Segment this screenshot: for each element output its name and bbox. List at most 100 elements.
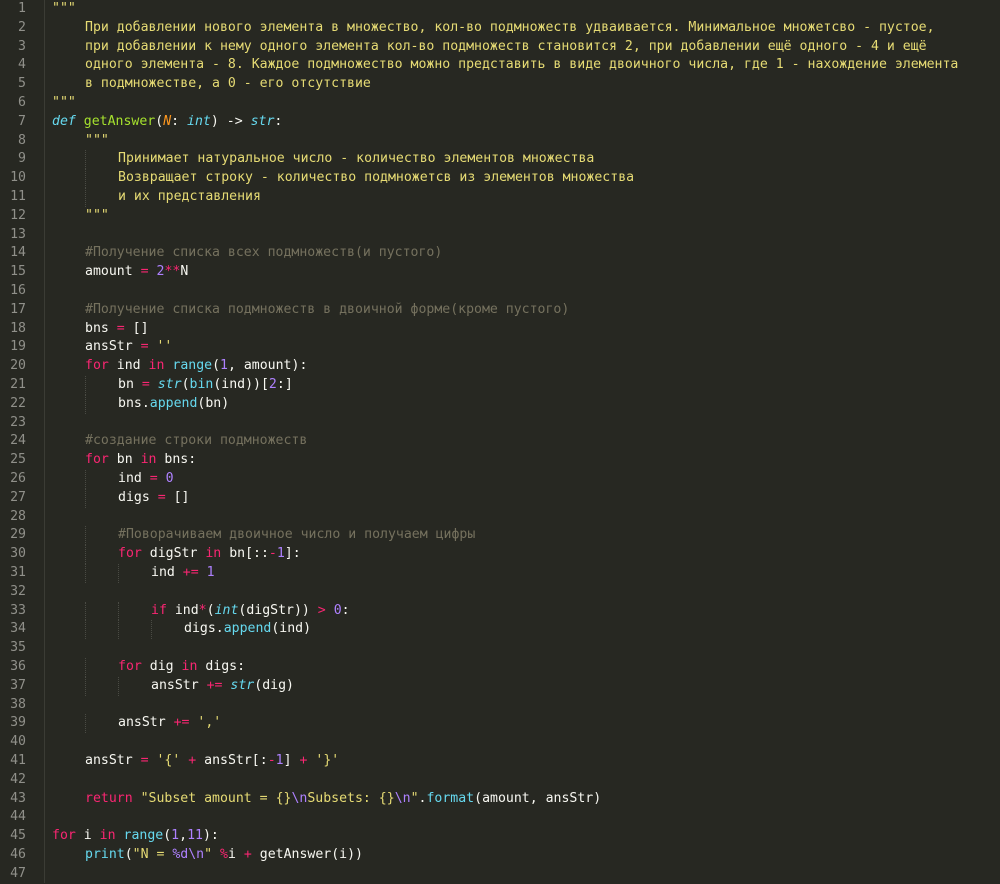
code-token: append bbox=[149, 395, 198, 411]
code-line[interactable]: """ bbox=[85, 207, 109, 226]
code-token: : bbox=[274, 113, 283, 129]
code-token: bns. bbox=[118, 395, 150, 411]
code-token: for bbox=[118, 546, 142, 562]
code-line[interactable]: """ bbox=[85, 132, 109, 151]
code-token: [] bbox=[165, 489, 190, 505]
code-token: ind bbox=[166, 602, 199, 618]
code-token: 1 bbox=[275, 753, 284, 768]
line-number: 33 bbox=[10, 602, 26, 618]
code-token: > bbox=[317, 602, 326, 618]
code-line[interactable]: одного элемента - 8. Каждое подмножество… bbox=[85, 56, 958, 75]
line-number: 37 bbox=[10, 677, 26, 693]
code-token: - bbox=[267, 753, 276, 768]
code-token: "N = bbox=[132, 847, 173, 862]
code-token: = bbox=[149, 471, 158, 486]
code-line[interactable]: ind = 0 bbox=[118, 470, 174, 489]
code-token: 1 bbox=[206, 565, 215, 580]
code-line[interactable]: при добавлении к нему одного элемента ко… bbox=[85, 38, 927, 57]
code-token: "Subset amount = {} bbox=[140, 790, 292, 806]
code-token: amount bbox=[85, 264, 141, 280]
code-line[interactable]: bns.append(bn) bbox=[118, 395, 229, 414]
code-line[interactable]: digs.append(ind) bbox=[184, 620, 311, 639]
line-number: 2 bbox=[18, 19, 26, 35]
code-token: in bbox=[99, 828, 116, 844]
code-line[interactable]: """ bbox=[52, 94, 76, 113]
line-number: 10 bbox=[10, 170, 26, 186]
line-number: 43 bbox=[10, 790, 26, 806]
line-number: 21 bbox=[10, 377, 26, 392]
code-line[interactable]: Принимает натуральное число - количество… bbox=[118, 150, 594, 169]
code-token: getAnswer bbox=[83, 113, 156, 129]
code-token: in bbox=[181, 659, 198, 674]
code-line[interactable]: for dig in digs: bbox=[118, 658, 245, 677]
code-token: = bbox=[141, 377, 150, 392]
code-line[interactable]: #Получение списка всех подмножеств(и пус… bbox=[85, 244, 442, 263]
code-line[interactable]: ansStr = '{' + ansStr[:-1] + '}' bbox=[85, 752, 339, 771]
code-token: = bbox=[116, 320, 125, 336]
code-token: in bbox=[140, 452, 157, 468]
code-line[interactable]: for i in range(1,11): bbox=[52, 827, 219, 846]
code-token: in bbox=[148, 358, 165, 374]
indent-guide bbox=[85, 394, 86, 414]
code-line[interactable]: и их представления bbox=[118, 188, 261, 207]
code-token: ( bbox=[181, 377, 190, 392]
code-line[interactable]: #создание строки подмножеств bbox=[85, 432, 307, 451]
indent-guide bbox=[85, 714, 86, 734]
code-line[interactable]: print("N = %d\n" %i + getAnswer(i)) bbox=[85, 846, 363, 865]
code-line[interactable]: for digStr in bn[::-1]: bbox=[118, 545, 301, 564]
line-number: 23 bbox=[10, 414, 26, 430]
line-number-gutter: 1 2 3 4 5 6 7 8 9 10 11 12 13 14 15 16 17 18 19 20 21 22 23 24 2… bbox=[0, 0, 45, 883]
code-line[interactable]: Возвращает строку - количество подмножет… bbox=[118, 169, 634, 188]
code-line[interactable]: for ind in range(1, amount): bbox=[85, 357, 307, 376]
code-token: ( bbox=[212, 358, 221, 374]
code-line[interactable]: if ind*(int(digStr)) > 0: bbox=[151, 602, 350, 621]
code-token: bns: bbox=[156, 452, 197, 468]
line-number: 1 bbox=[18, 1, 26, 16]
code-token: N bbox=[180, 264, 189, 280]
code-token: i bbox=[227, 847, 244, 862]
code-token: return bbox=[85, 790, 133, 806]
code-token: bns bbox=[85, 320, 117, 336]
code-line[interactable]: в подмножестве, а 0 - его отсутствие bbox=[85, 75, 371, 94]
code-line[interactable]: amount = 2**N bbox=[85, 263, 188, 282]
code-line[interactable]: При добавлении нового элемента в множест… bbox=[85, 19, 935, 38]
code-token: #Получение списка всех подмножеств(и пус… bbox=[85, 245, 443, 261]
code-token: ind bbox=[151, 565, 183, 580]
code-line[interactable]: return "Subset amount = {}\nSubsets: {}\… bbox=[85, 790, 601, 809]
indent-guide bbox=[85, 545, 86, 564]
indent-guide bbox=[85, 564, 86, 583]
code-line[interactable]: def getAnswer(N: int) -> str: bbox=[52, 113, 282, 132]
code-token: for bbox=[85, 358, 109, 374]
code-token: '}' bbox=[315, 753, 340, 768]
code-token: print bbox=[85, 847, 125, 862]
code-editor[interactable]: 1 2 3 4 5 6 7 8 9 10 11 12 13 14 15 16 17 18 19 20 21 22 23 24 2… bbox=[0, 0, 1000, 883]
code-line[interactable]: #Получение списка подмножеств в двоичной… bbox=[85, 301, 569, 320]
code-line[interactable]: for bn in bns: bbox=[85, 451, 196, 470]
code-token: 1 bbox=[220, 358, 228, 374]
code-token: dig bbox=[141, 659, 182, 674]
line-number: 30 bbox=[10, 546, 26, 562]
code-token: (ind))[ bbox=[213, 377, 269, 392]
code-line[interactable]: bns = [] bbox=[85, 320, 149, 339]
line-number: 44 bbox=[10, 809, 26, 825]
code-token: += bbox=[173, 715, 190, 731]
code-line[interactable]: digs = [] bbox=[118, 489, 189, 508]
code-area[interactable]: """ При добавлении нового элемента в множ… bbox=[52, 0, 1000, 883]
code-line[interactable]: ansStr += ',' bbox=[118, 714, 221, 733]
code-line[interactable]: """ bbox=[52, 0, 76, 19]
code-token: N bbox=[163, 113, 172, 129]
code-token: ansStr bbox=[118, 715, 174, 731]
code-line[interactable]: #Поворачиваем двоичное число и получаем … bbox=[118, 526, 475, 545]
code-token: = bbox=[140, 339, 149, 355]
code-line[interactable]: ansStr += str(dig) bbox=[151, 677, 294, 696]
code-token: ** bbox=[164, 264, 181, 280]
code-token: ( bbox=[206, 602, 215, 618]
indent-guide bbox=[85, 188, 86, 207]
code-line[interactable]: ansStr = '' bbox=[85, 338, 172, 357]
code-line[interactable]: bn = str(bin(ind))[2:] bbox=[118, 376, 293, 395]
code-token: При добавлении нового элемента в множест… bbox=[85, 19, 935, 35]
code-token: '' bbox=[156, 339, 173, 355]
code-token: range bbox=[172, 358, 213, 374]
code-line[interactable]: ind += 1 bbox=[151, 564, 215, 583]
